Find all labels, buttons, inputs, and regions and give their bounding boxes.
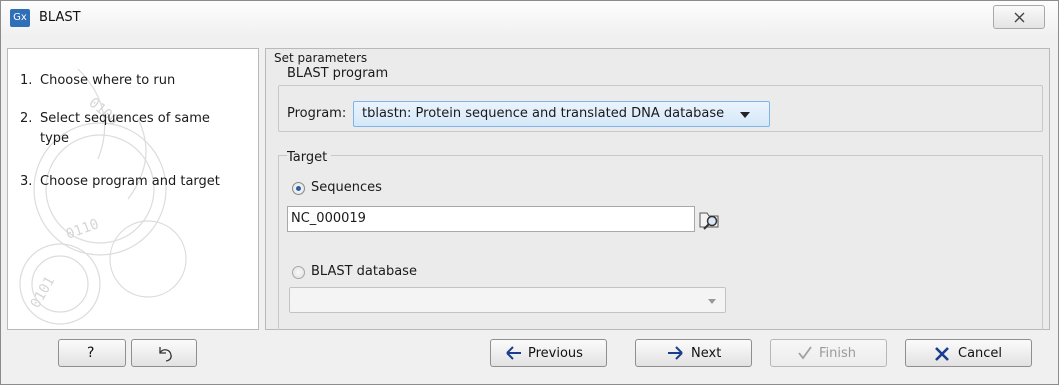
- browse-icon[interactable]: [698, 209, 724, 231]
- arrow-left-icon: [506, 346, 521, 360]
- step-2: 2. Select sequences of same type: [20, 111, 225, 149]
- previous-button[interactable]: Previous: [490, 339, 607, 367]
- title-bar: Gx BLAST: [1, 1, 1058, 35]
- blast-program-group-title: BLAST program: [287, 66, 393, 81]
- step-label: Select sequences of same type: [40, 111, 210, 146]
- help-button[interactable]: ?: [58, 339, 126, 367]
- step-label: Choose where to run: [40, 73, 176, 88]
- program-label: Program:: [287, 106, 347, 121]
- arrow-right-icon: [668, 346, 683, 360]
- cancel-button-label: Cancel: [958, 346, 1003, 361]
- app-icon: Gx: [10, 9, 30, 27]
- checkmark-icon: [798, 346, 812, 360]
- next-button-label: Next: [691, 346, 722, 361]
- chevron-down-icon: [708, 299, 716, 304]
- cancel-x-icon: [935, 347, 949, 361]
- blast-database-radio-label: BLAST database: [311, 264, 417, 279]
- step-label: Choose program and target: [40, 174, 220, 189]
- help-button-label: ?: [87, 345, 95, 361]
- step-3: 3. Choose program and target: [20, 174, 220, 189]
- cancel-button[interactable]: Cancel: [905, 339, 1032, 367]
- reset-button[interactable]: [131, 339, 197, 367]
- step-number: 3.: [20, 174, 33, 189]
- blast-database-radio[interactable]: [292, 266, 305, 279]
- program-select-value: tblastn: Protein sequence and translated…: [362, 106, 725, 121]
- chevron-down-icon: [740, 112, 750, 118]
- close-button[interactable]: [993, 5, 1045, 29]
- next-button[interactable]: Next: [635, 339, 752, 367]
- svg-text:0110: 0110: [64, 216, 101, 243]
- wizard-steps-panel: 0110 0101 0100 1. Choose where to run 2. S…: [7, 48, 259, 330]
- step-1: 1. Choose where to run: [20, 73, 175, 88]
- sequences-radio-label: Sequences: [311, 180, 382, 195]
- previous-button-label: Previous: [528, 346, 583, 361]
- window-title: BLAST: [39, 10, 81, 25]
- close-icon: [1014, 12, 1025, 23]
- finish-button[interactable]: Finish: [770, 339, 887, 367]
- blast-database-select[interactable]: [289, 287, 726, 313]
- finish-button-label: Finish: [819, 346, 857, 361]
- step-number: 2.: [20, 111, 33, 126]
- dna-decoration-icon: 0110 0101 0100: [19, 68, 187, 325]
- program-select[interactable]: tblastn: Protein sequence and translated…: [353, 101, 770, 127]
- step-number: 1.: [20, 73, 33, 88]
- panel-header: Set parameters: [274, 51, 368, 65]
- target-group-title: Target: [287, 150, 332, 165]
- sequences-radio[interactable]: [292, 182, 305, 195]
- reset-icon: [159, 347, 172, 362]
- sequences-input[interactable]: NC_000019: [287, 206, 695, 232]
